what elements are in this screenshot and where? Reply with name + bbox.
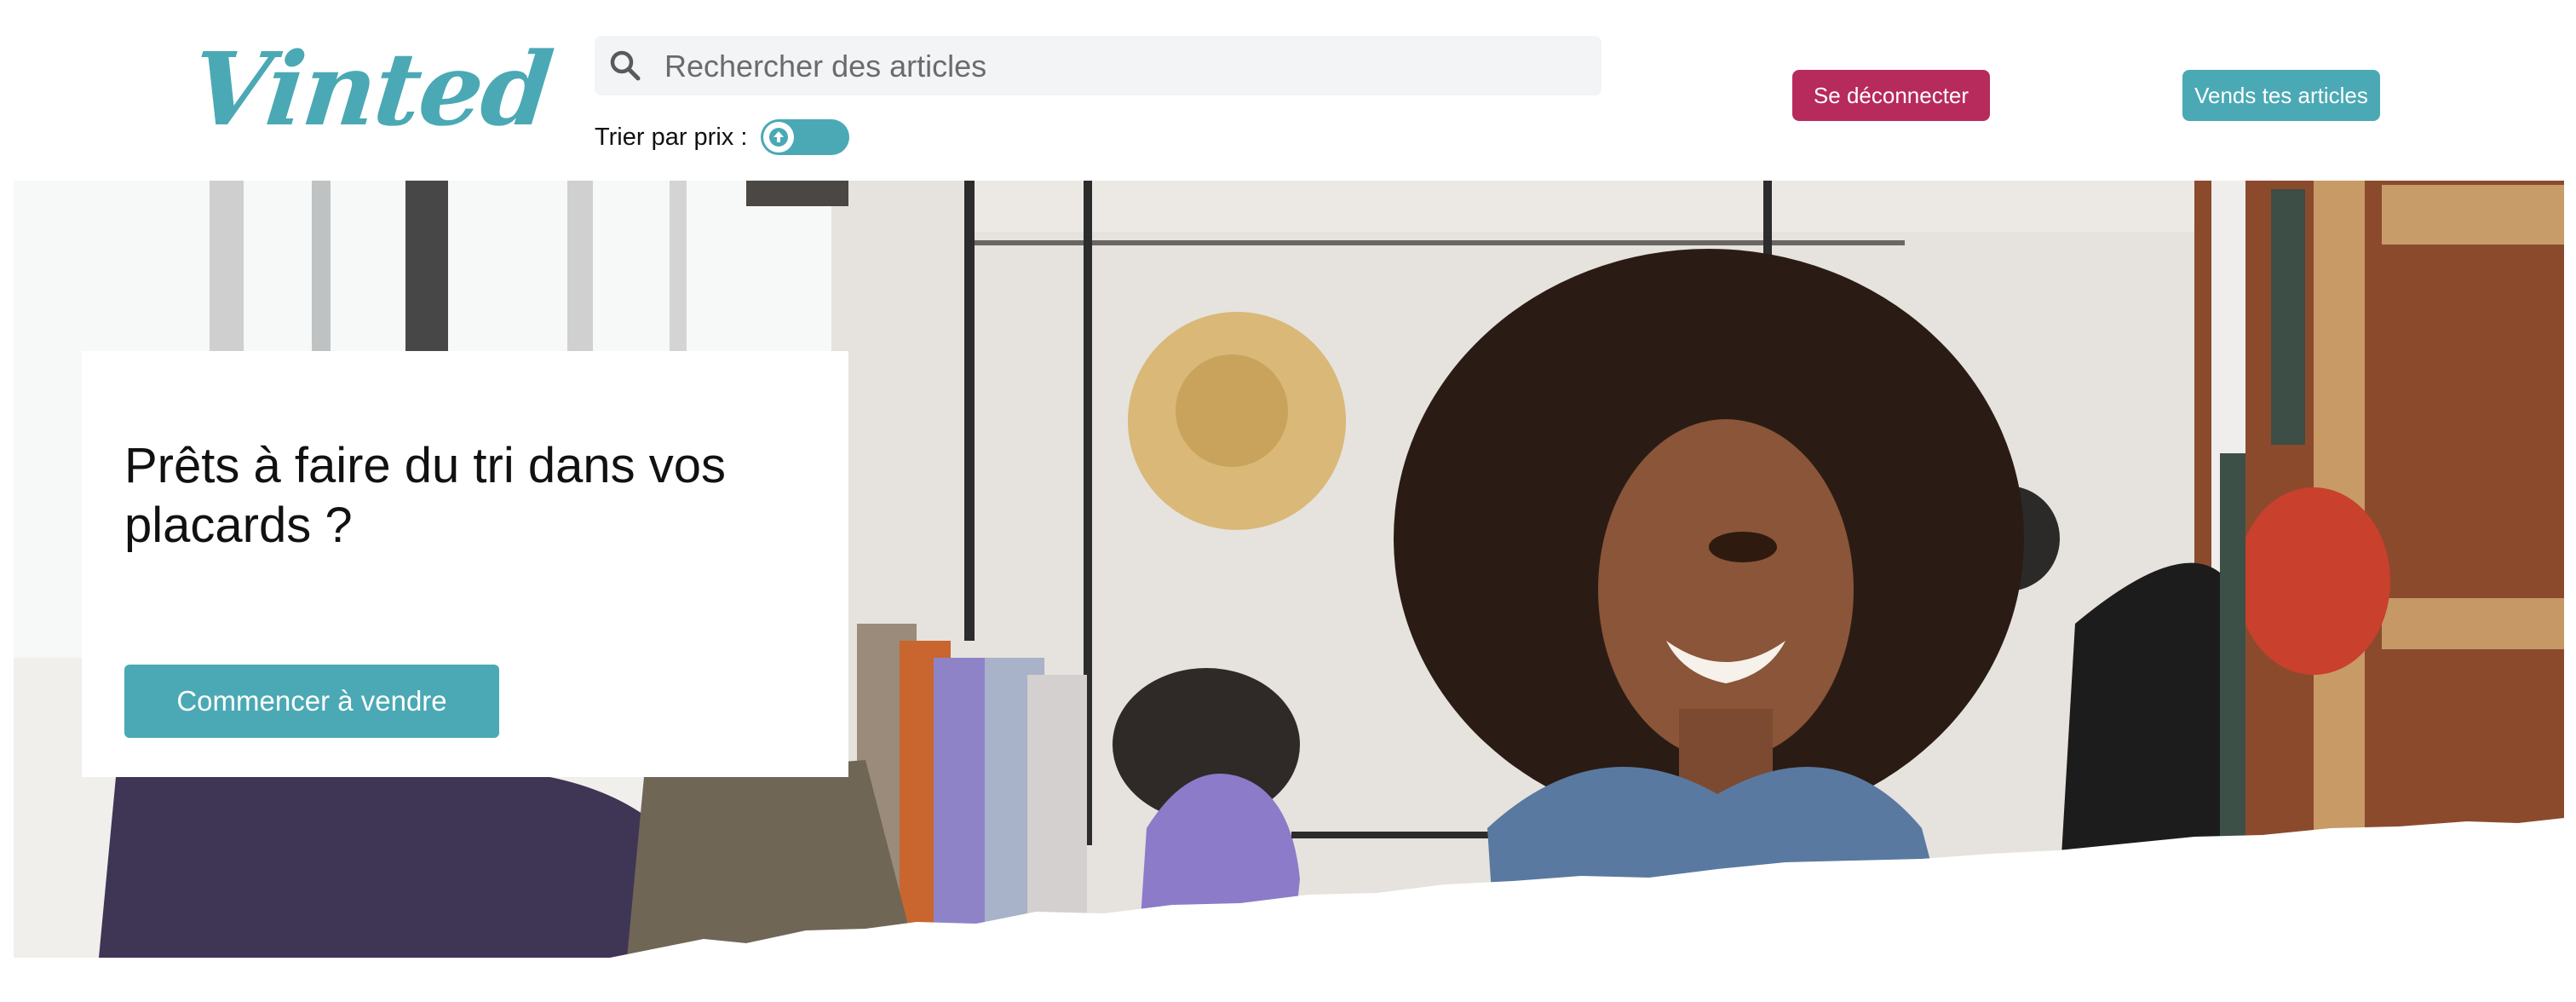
search-bar[interactable] bbox=[595, 36, 1601, 97]
top-header: Vinted Trier par prix : Se déconnecter V… bbox=[0, 0, 2576, 181]
sell-items-button[interactable]: Vends tes articles bbox=[2182, 70, 2380, 121]
vinted-logo[interactable]: Vinted bbox=[187, 30, 557, 148]
toggle-knob bbox=[763, 122, 795, 153]
hero-card: Prêts à faire du tri dans vos placards ?… bbox=[82, 351, 848, 777]
sort-label: Trier par prix : bbox=[595, 123, 748, 151]
price-sort-control: Trier par prix : bbox=[595, 116, 850, 158]
price-sort-toggle[interactable] bbox=[761, 119, 850, 155]
hero-banner: Prêts à faire du tri dans vos placards ?… bbox=[14, 181, 2564, 958]
logout-button[interactable]: Se déconnecter bbox=[1792, 70, 1990, 121]
arrow-up-icon bbox=[769, 128, 789, 147]
start-selling-button[interactable]: Commencer à vendre bbox=[124, 665, 499, 738]
hero-title: Prêts à faire du tri dans vos placards ? bbox=[124, 438, 726, 553]
search-icon bbox=[610, 50, 641, 81]
search-input[interactable] bbox=[663, 36, 1586, 97]
